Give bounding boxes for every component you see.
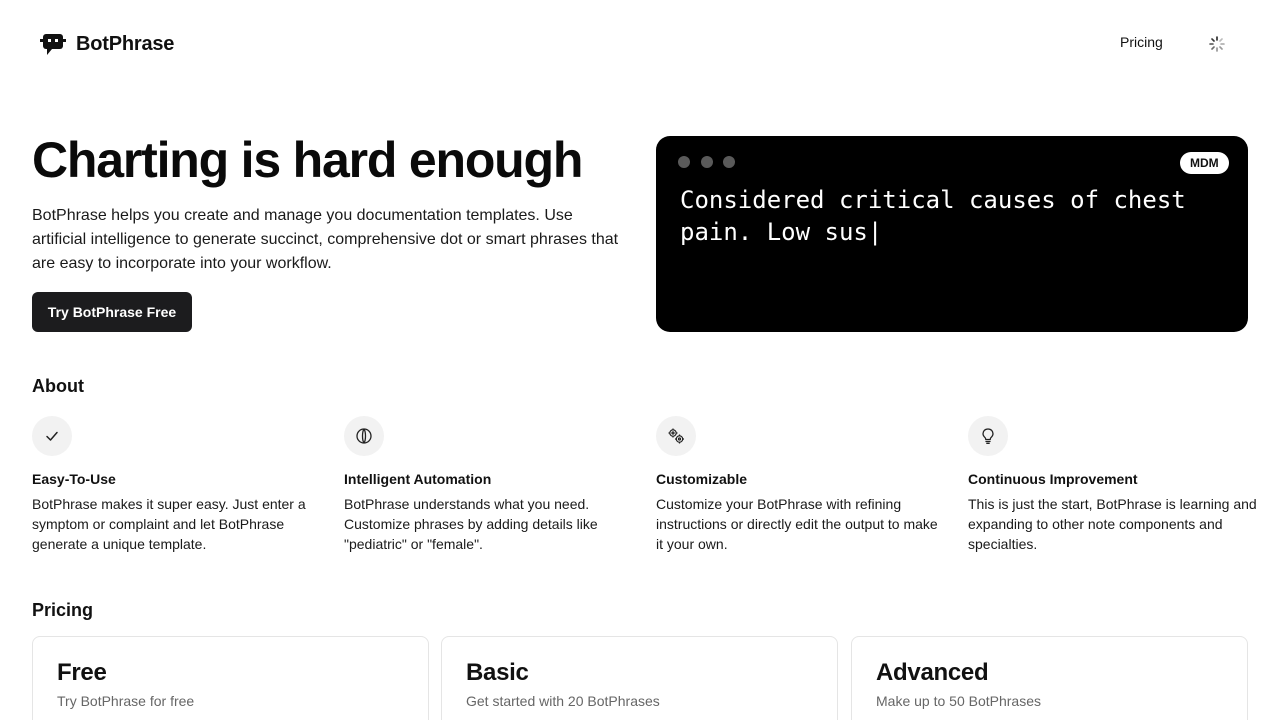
window-dot-icon (701, 156, 713, 168)
pricing-card-advanced[interactable]: Advanced Make up to 50 BotPhrases (851, 636, 1248, 720)
brand-link[interactable]: BotPhrase (40, 30, 174, 58)
feature-description: Customize your BotPhrase with refining i… (656, 496, 938, 552)
check-icon (32, 416, 72, 456)
feature-title: Intelligent Automation (344, 471, 492, 487)
plan-description: Try BotPhrase for free (57, 693, 195, 709)
feature-description: This is just the start, BotPhrase is lea… (968, 496, 1257, 552)
plan-name: Advanced (876, 659, 989, 686)
hero-title: Charting is hard enough (32, 132, 583, 188)
feature-title: Continuous Improvement (968, 471, 1138, 487)
brain-icon (344, 416, 384, 456)
plan-description: Get started with 20 BotPhrases (466, 693, 660, 709)
pricing-card-free[interactable]: Free Try BotPhrase for free (32, 636, 429, 720)
site-header: BotPhrase Pricing (0, 0, 1280, 88)
cogs-icon (656, 416, 696, 456)
about-heading: About (32, 376, 84, 396)
window-dot-icon (678, 156, 690, 168)
plan-name: Basic (466, 659, 529, 686)
try-free-button[interactable]: Try BotPhrase Free (32, 292, 192, 332)
feature-item: Customizable Customize your BotPhrase wi… (656, 416, 946, 554)
terminal-text: Considered critical causes of chest pain… (680, 186, 1186, 246)
brand-name: BotPhrase (76, 32, 175, 55)
feature-title: Customizable (656, 471, 748, 487)
lightbulb-icon (968, 416, 1008, 456)
chat-bot-icon (40, 31, 66, 57)
window-dot-icon (723, 156, 735, 168)
terminal-badge: MDM (1180, 152, 1229, 174)
hero-subtitle: BotPhrase helps you create and manage yo… (32, 207, 619, 272)
pricing-heading: Pricing (32, 600, 94, 620)
feature-item: Intelligent Automation BotPhrase underst… (344, 416, 634, 554)
feature-title: Easy-To-Use (32, 471, 116, 487)
plan-description: Make up to 50 BotPhrases (876, 693, 1041, 709)
nav-pricing-link[interactable]: Pricing (1120, 34, 1163, 50)
loading-spinner-icon (1208, 35, 1226, 53)
pricing-card-basic[interactable]: Basic Get started with 20 BotPhrases (441, 636, 838, 720)
feature-item: Continuous Improvement This is just the … (968, 416, 1258, 554)
feature-description: BotPhrase makes it super easy. Just ente… (32, 496, 306, 552)
feature-description: BotPhrase understands what you need. Cus… (344, 496, 598, 552)
feature-item: Easy-To-Use BotPhrase makes it super eas… (32, 416, 322, 554)
plan-name: Free (57, 659, 107, 686)
